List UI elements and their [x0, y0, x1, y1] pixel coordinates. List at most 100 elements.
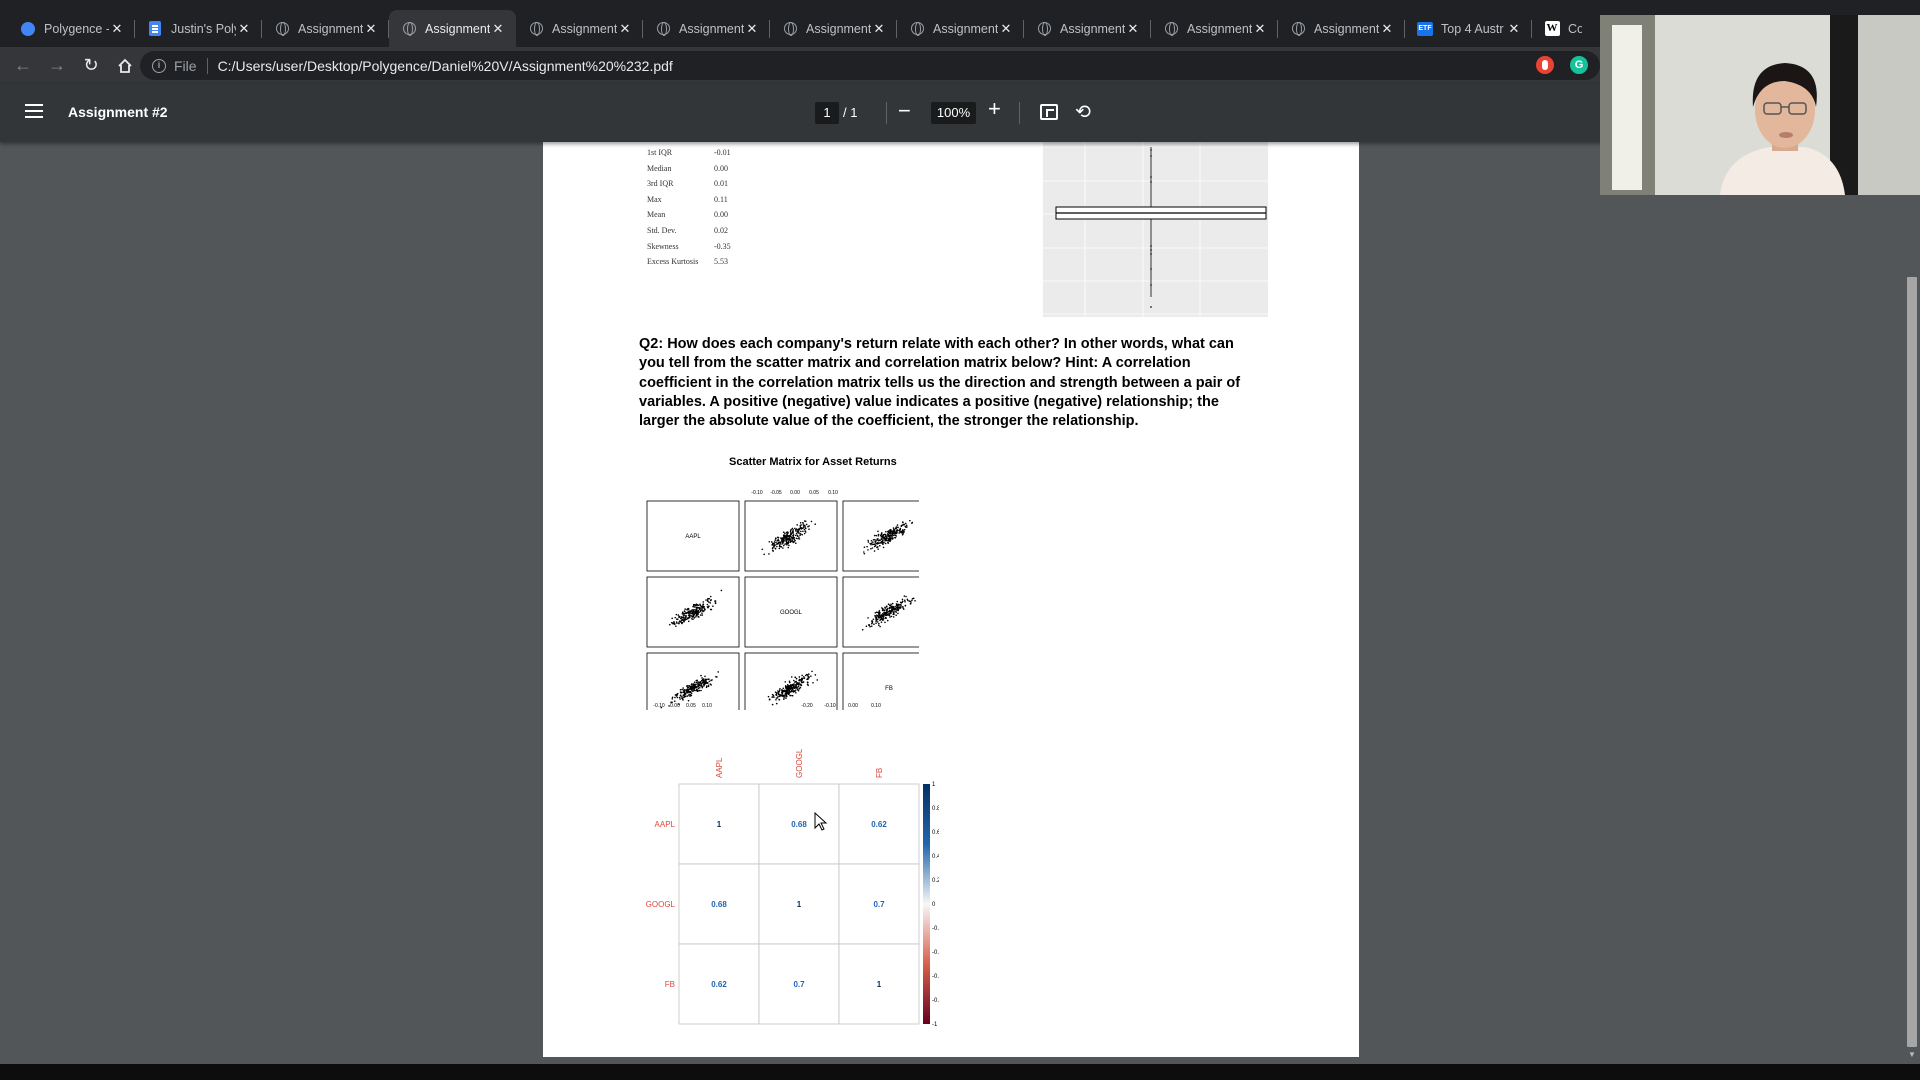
browser-tab[interactable]: Assignment ✕	[516, 10, 643, 47]
variable-label: AAPL	[685, 534, 701, 540]
browser-tab[interactable]: Assignment ✕	[1151, 10, 1278, 47]
close-tab-icon[interactable]: ✕	[871, 21, 887, 37]
zoom-out-icon[interactable]: −	[898, 98, 911, 124]
scatter-point	[794, 534, 797, 537]
zoom-level-input[interactable]: 100%	[931, 102, 976, 124]
scatter-point	[877, 542, 880, 545]
page-number-input[interactable]: 1	[815, 102, 839, 124]
scatter-point	[698, 607, 701, 610]
scatter-point	[899, 601, 902, 604]
scatter-point	[908, 600, 911, 602]
scatter-point	[791, 687, 794, 689]
scatter-point	[786, 541, 789, 544]
scatter-point	[804, 530, 807, 532]
extension-red-icon[interactable]	[1536, 56, 1554, 74]
browser-tab[interactable]: Assignment ✕	[1278, 10, 1405, 47]
scatter-point	[898, 607, 900, 610]
url-scheme: File	[174, 57, 208, 74]
scatter-point	[869, 625, 871, 628]
scatter-point	[703, 606, 705, 608]
close-tab-icon[interactable]: ✕	[1506, 21, 1522, 37]
scatter-point	[671, 696, 674, 699]
grammarly-icon[interactable]: G	[1570, 56, 1588, 74]
scatter-point	[889, 616, 891, 618]
scatter-point	[687, 686, 690, 689]
close-tab-icon[interactable]: ✕	[744, 21, 760, 37]
scroll-down-arrow[interactable]: ▼	[1908, 1050, 1916, 1059]
forward-arrow-icon[interactable]: →	[42, 51, 72, 81]
tab-title: Assignment	[933, 21, 998, 36]
scatter-point	[904, 522, 907, 525]
scatter-point	[787, 546, 790, 549]
scatter-point	[799, 522, 802, 524]
pdf-viewport[interactable]: 1st IQR -0.01 Median 0.00 3rd IQR 0.01 Max 0.11…	[0, 142, 1920, 1064]
scatter-point	[697, 685, 700, 688]
fit-to-page-icon[interactable]	[1040, 104, 1058, 120]
scatter-point	[902, 521, 904, 524]
scatter-point	[878, 544, 881, 547]
scatter-point	[889, 530, 891, 532]
site-info-icon[interactable]: i	[152, 58, 166, 73]
rotate-icon[interactable]: ⟲	[1075, 101, 1091, 124]
browser-tab[interactable]: Assignment ✕	[389, 10, 516, 47]
scatter-point	[881, 608, 884, 610]
scatter-point	[761, 548, 764, 551]
scatter-point	[668, 623, 671, 626]
browser-tab[interactable]: Assignment ✕	[897, 10, 1024, 47]
browser-tab[interactable]: ETF Top 4 Austr ✕	[1405, 10, 1532, 47]
menu-icon[interactable]	[25, 104, 43, 118]
close-tab-icon[interactable]: ✕	[1252, 21, 1268, 37]
browser-tab[interactable]: W Comm	[1532, 10, 1592, 47]
scatter-point	[775, 537, 777, 540]
scatter-point	[792, 534, 795, 536]
tick-label: -0.05	[770, 490, 782, 496]
scatter-point	[788, 681, 791, 684]
close-tab-icon[interactable]: ✕	[236, 21, 252, 37]
scatter-point	[782, 531, 785, 533]
url-text[interactable]: C:/Users/user/Desktop/Polygence/Daniel%2…	[218, 58, 673, 74]
close-tab-icon[interactable]: ✕	[1379, 21, 1395, 37]
scatter-point	[671, 617, 673, 620]
globe-icon	[1036, 21, 1052, 37]
back-arrow-icon[interactable]: ←	[8, 51, 38, 81]
browser-tab[interactable]: Assignment ✕	[1024, 10, 1151, 47]
stats-row: Skewness -0.35	[647, 242, 737, 258]
scatter-point	[892, 529, 895, 531]
browser-tab[interactable]: Polygence - ✕	[8, 10, 135, 47]
scatter-point	[786, 687, 789, 690]
tick-label: 0.05	[809, 490, 819, 496]
scatter-point	[814, 523, 817, 526]
address-bar[interactable]: i File C:/Users/user/Desktop/Polygence/D…	[140, 51, 1600, 80]
reload-icon[interactable]: ↻	[76, 51, 106, 81]
scatter-point	[794, 687, 797, 689]
close-tab-icon[interactable]: ✕	[998, 21, 1014, 37]
tab-title: Polygence -	[44, 21, 109, 36]
browser-tab[interactable]: Justin's Poly ✕	[135, 10, 262, 47]
scatter-point	[896, 600, 899, 603]
close-tab-icon[interactable]: ✕	[1125, 21, 1141, 37]
scatter-point	[673, 623, 676, 626]
pdf-page: 1st IQR -0.01 Median 0.00 3rd IQR 0.01 Max 0.11…	[543, 142, 1359, 1057]
scatter-point	[694, 684, 696, 686]
scatter-point	[699, 681, 702, 683]
scatter-point	[787, 535, 789, 537]
scatter-point	[687, 688, 690, 691]
browser-tab[interactable]: Assignment ✕	[262, 10, 389, 47]
vertical-scrollbar[interactable]: ▲ ▼	[1904, 142, 1920, 1064]
close-tab-icon[interactable]: ✕	[363, 21, 379, 37]
scatter-panel	[646, 652, 740, 710]
home-icon[interactable]	[110, 51, 140, 81]
scatter-point	[795, 528, 798, 530]
scatter-point	[781, 542, 784, 545]
scatter-point	[808, 525, 810, 527]
browser-tab[interactable]: Assignment ✕	[643, 10, 770, 47]
close-tab-icon[interactable]: ✕	[490, 21, 506, 37]
zoom-in-icon[interactable]: +	[988, 96, 1001, 122]
close-tab-icon[interactable]: ✕	[109, 21, 125, 37]
scatter-point	[890, 532, 892, 535]
scrollbar-thumb[interactable]	[1907, 277, 1917, 1047]
stats-row: 3rd IQR 0.01	[647, 179, 737, 195]
scatter-point	[911, 597, 914, 600]
browser-tab[interactable]: Assignment ✕	[770, 10, 897, 47]
close-tab-icon[interactable]: ✕	[617, 21, 633, 37]
